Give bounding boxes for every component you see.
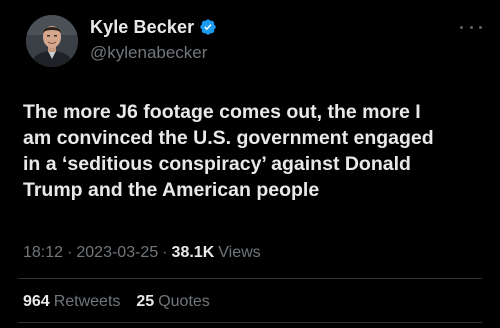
more-dot	[460, 25, 463, 29]
retweets-label[interactable]: Retweets	[54, 293, 121, 311]
tweet-meta: 18:12 · 2023-03-25 · 38.1K Views	[23, 244, 261, 262]
divider	[18, 278, 482, 279]
tweet-text: The more J6 footage comes out, the more …	[23, 101, 434, 201]
display-name[interactable]: Kyle Becker	[90, 17, 194, 38]
quotes-count[interactable]: 25	[136, 293, 154, 311]
retweets-count[interactable]: 964	[23, 293, 50, 311]
verified-badge-icon	[200, 19, 216, 35]
more-dot	[469, 25, 473, 29]
user-handle[interactable]: @kylenabecker	[90, 43, 217, 63]
more-options-icon[interactable]	[460, 22, 482, 32]
tweet: Kyle Becker @kylenabecker The more J6 fo…	[0, 0, 500, 328]
avatar-image	[26, 15, 78, 67]
tweet-time[interactable]: 18:12	[23, 244, 63, 262]
meta-separator: ·	[67, 244, 73, 261]
more-dot	[479, 25, 482, 29]
views-label: Views	[218, 244, 261, 261]
tweet-stats: 964 Retweets 25 Quotes	[23, 293, 210, 311]
meta-separator: ·	[162, 244, 168, 261]
tweet-date[interactable]: 2023-03-25	[76, 244, 158, 262]
avatar[interactable]	[26, 15, 78, 67]
views-count: 38.1K	[171, 244, 215, 261]
quotes-label[interactable]: Quotes	[158, 293, 210, 311]
display-name-row: Kyle Becker	[90, 15, 217, 39]
divider	[18, 322, 482, 323]
user-info: Kyle Becker @kylenabecker	[90, 15, 217, 63]
